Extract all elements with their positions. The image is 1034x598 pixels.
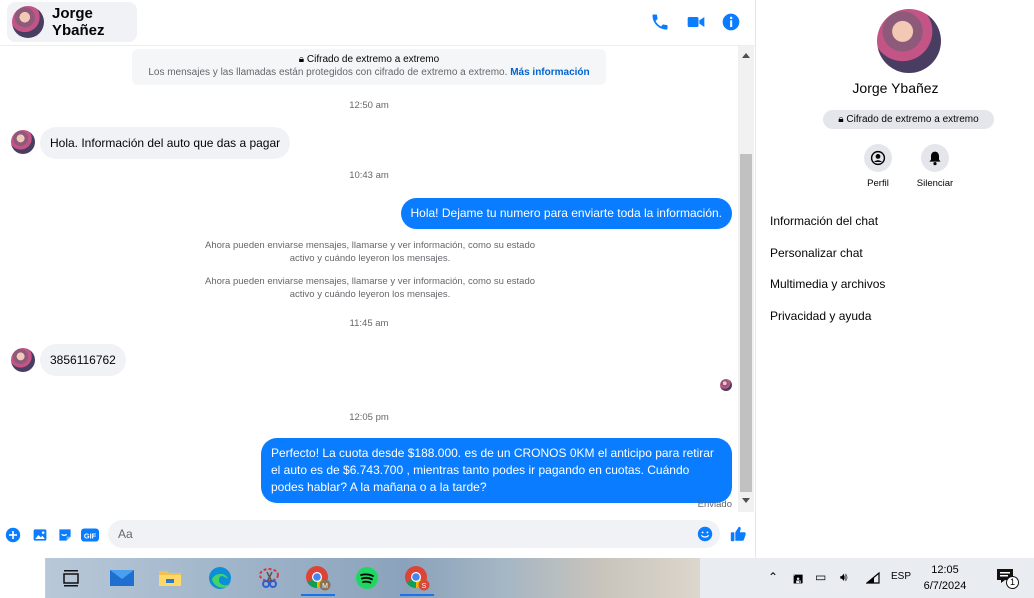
image-attach-icon[interactable]	[32, 527, 48, 543]
system-message: Ahora pueden enviarse mensajes, llamarse…	[204, 240, 536, 264]
file-explorer-button[interactable]	[147, 558, 193, 598]
system-tray: ⌃ 🖪︎ ▭ 🔊︎ ESP 12:05 6/7/2024 1	[760, 558, 1034, 598]
profile-button[interactable]: Perfil	[848, 144, 908, 189]
message-input[interactable]	[108, 520, 720, 548]
outgoing-message[interactable]: Hola! Dejame tu numero para enviarte tod…	[400, 198, 732, 229]
chrome-profile-s-badge: S	[422, 583, 427, 590]
message-scrollbar[interactable]	[738, 46, 754, 512]
snipping-tool-icon	[259, 568, 279, 588]
add-plus-icon[interactable]	[5, 527, 21, 543]
menu-privacy-help[interactable]: Privacidad y ayuda	[770, 309, 871, 323]
contact-header-button[interactable]: Jorge Ybañez	[7, 2, 137, 42]
scroll-up-arrow-icon[interactable]	[742, 53, 750, 58]
encryption-title: Cifrado de extremo a extremo	[306, 54, 440, 65]
incoming-message[interactable]: 3856116762	[40, 344, 126, 376]
outgoing-message[interactable]: Perfecto! La cuota desde $188.000. es de…	[261, 438, 732, 503]
windows-taskbar: M S ⌃ 🖪︎ ▭ 🔊︎ ESP 12:05 6/7/2024 1	[0, 558, 1034, 598]
lock-icon: 🔒︎	[298, 54, 305, 65]
profile-avatar	[877, 9, 941, 73]
sticker-icon[interactable]	[57, 527, 73, 543]
edge-browser-button[interactable]	[197, 558, 243, 598]
sender-avatar	[11, 348, 35, 372]
snipping-tool-button[interactable]	[246, 558, 292, 598]
profile-label: Perfil	[867, 178, 889, 189]
timestamp: 11:45 am	[349, 318, 389, 329]
task-view-button[interactable]	[48, 558, 94, 598]
chrome-icon: M	[306, 566, 331, 591]
composer: GIF	[0, 512, 756, 558]
messenger-window: Jorge Ybañez 🔒︎ Cifrado de extremo a ext…	[0, 0, 1034, 558]
encryption-text: Los mensajes y las llamadas están proteg…	[148, 67, 508, 78]
message-list[interactable]: 🔒︎ Cifrado de extremo a extremo Los mens…	[0, 46, 738, 512]
incoming-message[interactable]: Hola. Información del auto que das a pag…	[40, 127, 291, 159]
chrome-icon: S	[405, 566, 430, 591]
mute-label: Silenciar	[916, 178, 954, 189]
more-info-link[interactable]: Más información	[510, 67, 589, 78]
notification-center-button[interactable]: 1	[996, 568, 1020, 590]
timestamp: 10:43 am	[349, 170, 389, 181]
like-thumb-icon[interactable]	[729, 525, 747, 543]
info-icon[interactable]	[721, 12, 741, 32]
edge-icon	[209, 567, 231, 589]
chrome-profile-m-badge: M	[322, 583, 328, 590]
phone-icon[interactable]	[650, 12, 670, 32]
encryption-badge-label: Cifrado de extremo a extremo	[846, 114, 979, 125]
folder-icon	[159, 571, 181, 586]
sender-avatar	[11, 130, 35, 154]
contact-name: Jorge Ybañez	[52, 5, 105, 39]
spotify-button[interactable]	[344, 558, 390, 598]
mute-button[interactable]: Silenciar	[905, 144, 965, 189]
gif-icon[interactable]: GIF	[81, 527, 99, 543]
clock[interactable]: 12:05 6/7/2024	[910, 562, 980, 594]
lock-icon: 🔒︎	[838, 114, 844, 125]
bell-icon	[929, 151, 941, 166]
encryption-badge[interactable]: 🔒︎ Cifrado de extremo a extremo	[823, 110, 994, 129]
notification-count-badge: 1	[1006, 576, 1019, 589]
video-call-icon[interactable]	[686, 12, 706, 32]
chrome-profile-m-button[interactable]: M	[295, 558, 341, 598]
clock-date: 6/7/2024	[923, 580, 967, 592]
menu-media-files[interactable]: Multimedia y archivos	[770, 277, 885, 291]
menu-chat-info[interactable]: Información del chat	[770, 214, 878, 228]
taskbar-search-box[interactable]	[0, 558, 46, 598]
scroll-down-arrow-icon[interactable]	[742, 498, 750, 503]
chat-header: Jorge Ybañez	[0, 0, 756, 46]
message-status: Enviado	[697, 499, 732, 510]
wifi-icon[interactable]	[866, 572, 880, 584]
task-view-icon	[63, 570, 79, 587]
profile-name: Jorge Ybañez	[852, 80, 939, 96]
timestamp: 12:05 pm	[349, 412, 389, 423]
encryption-banner: 🔒︎ Cifrado de extremo a extremo Los mens…	[132, 49, 606, 85]
system-message: Ahora pueden enviarse mensajes, llamarse…	[204, 276, 536, 300]
spotify-icon	[356, 567, 378, 589]
mail-app-button[interactable]	[99, 558, 145, 598]
chat-info-panel: Jorge Ybañez 🔒︎ Cifrado de extremo a ext…	[757, 0, 1034, 558]
volume-icon[interactable]: 🔊︎	[840, 570, 848, 585]
chrome-profile-s-button[interactable]: S	[394, 558, 440, 598]
usb-device-icon[interactable]: 🖪︎	[793, 570, 803, 591]
emoji-icon[interactable]	[697, 526, 713, 542]
contact-avatar	[12, 6, 44, 38]
mail-icon	[110, 570, 134, 586]
profile-icon	[870, 150, 886, 166]
svg-text:GIF: GIF	[84, 531, 97, 540]
read-receipt-avatar	[720, 379, 732, 391]
menu-customize-chat[interactable]: Personalizar chat	[770, 246, 863, 260]
chat-pane: Jorge Ybañez 🔒︎ Cifrado de extremo a ext…	[0, 0, 756, 558]
battery-icon[interactable]: ▭	[815, 570, 826, 584]
clock-time: 12:05	[931, 564, 959, 576]
timestamp: 12:50 am	[349, 100, 389, 111]
chevron-up-icon[interactable]: ⌃	[768, 570, 778, 584]
scroll-thumb[interactable]	[740, 154, 752, 492]
language-indicator[interactable]: ESP	[891, 571, 911, 582]
